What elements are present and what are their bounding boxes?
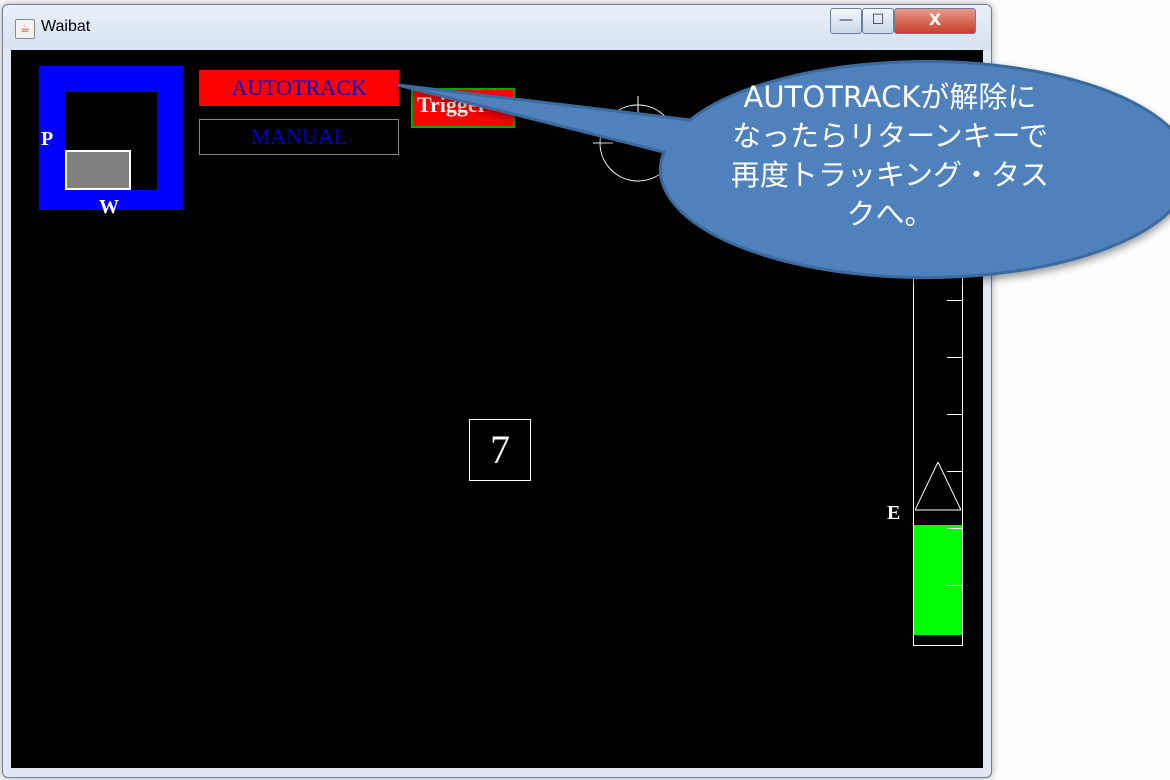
callout-line: 再度トラッキング・タス [730, 158, 1050, 192]
callout-line: AUTOTRACKが解除に [743, 80, 1037, 114]
callout-line: クへ。 [846, 197, 934, 231]
callout-text: AUTOTRACKが解除に なったらリターンキーで 再度トラッキング・タス クへ… [690, 78, 1090, 234]
callout-line: なったらリターンキーで [732, 119, 1048, 153]
